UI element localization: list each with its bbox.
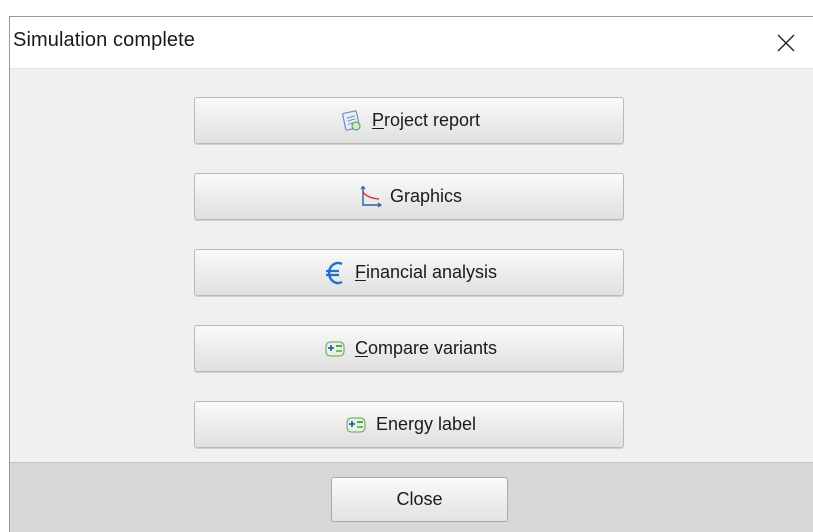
dialog-title: Simulation complete (13, 29, 195, 51)
variants-icon (321, 335, 349, 363)
mnemonic-letter: P (371, 110, 384, 130)
graph-axes-icon (356, 183, 384, 211)
button-label: roject report (383, 110, 481, 130)
button-label: ompare variants (367, 338, 498, 358)
close-icon (777, 34, 795, 51)
financial-analysis-button[interactable]: Financial analysis (194, 249, 624, 296)
button-label: Energy label (375, 414, 477, 434)
button-label: inancial analysis (365, 262, 498, 282)
simulation-complete-dialog: Simulation complete Project report Graph… (9, 16, 813, 532)
project-report-button[interactable]: Project report (194, 97, 624, 144)
energy-label-button[interactable]: Energy label (194, 401, 624, 448)
euro-icon (321, 259, 349, 287)
report-icon (338, 107, 366, 135)
title-bar: Simulation complete (10, 17, 813, 69)
compare-variants-button[interactable]: Compare variants (194, 325, 624, 372)
button-label: Graphics (389, 186, 463, 206)
dialog-footer: Close (10, 462, 813, 532)
graphics-button[interactable]: Graphics (194, 173, 624, 220)
mnemonic-letter: C (354, 338, 368, 358)
mnemonic-letter: F (354, 262, 366, 282)
close-button[interactable]: Close (331, 477, 508, 522)
window-close-button[interactable] (763, 17, 809, 68)
variants-icon (342, 411, 370, 439)
dialog-body: Project report Graphics Financial analys… (10, 69, 813, 462)
